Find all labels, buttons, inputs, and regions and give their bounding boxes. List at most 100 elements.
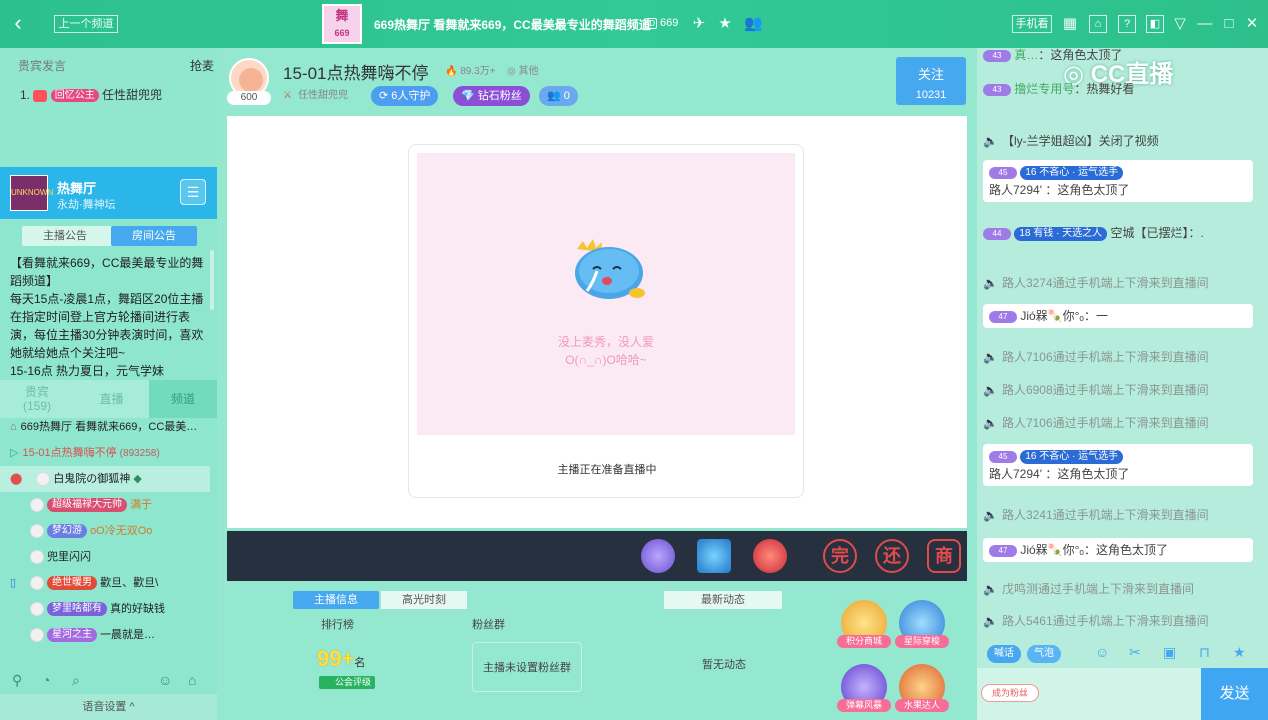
rank-value[interactable]: 99+名	[317, 646, 365, 672]
gift-firework-icon[interactable]	[753, 539, 787, 573]
plane-icon[interactable]: ✈	[690, 16, 708, 32]
chat-message[interactable]: 🔈 戊鸣测通过手机端上下滑来到直播间	[983, 580, 1253, 598]
location-icon[interactable]: ⚲	[12, 672, 22, 689]
fans-group-empty: 主播未设置粉丝群	[472, 642, 582, 692]
chat-message[interactable]: 43 真…：这角色太顶了	[983, 46, 1253, 64]
list-item[interactable]: 兜里闪闪	[0, 544, 210, 570]
medal-icon	[33, 89, 48, 102]
image-icon[interactable]: ▣	[1163, 644, 1176, 661]
star-travel-button[interactable]: 星际穿梭	[895, 600, 949, 648]
tab-channel[interactable]: 频道	[149, 380, 217, 418]
hall-header[interactable]: UNKNOWN 热舞厅 永劫·舞神坛 ☰	[0, 167, 217, 219]
scissors-icon[interactable]: ✂	[1129, 644, 1141, 661]
chat-message[interactable]: 🔈 【ly-兰学姐超凶】关闭了视频	[983, 132, 1253, 150]
star-icon[interactable]: ★	[716, 16, 734, 32]
chat-message[interactable]: 🔈 路人6908通过手机端上下滑来到直播间	[983, 381, 1253, 399]
help-button[interactable]: ?	[1118, 15, 1136, 33]
list-item[interactable]: 星河之主 一晨就是…	[0, 622, 210, 648]
chat-message[interactable]: 45 16 不吝心 · 运气选手 路人7294' ：这角色太顶了	[983, 444, 1253, 486]
room-row[interactable]: ▷ 15-01点热舞嗨不停 (893258)	[0, 440, 210, 466]
fans-count[interactable]: 👥 0	[539, 86, 578, 106]
chart-icon[interactable]: ◔	[42, 672, 50, 688]
chat-message[interactable]: 47 Jió槑🍡你°ₒ：一	[983, 304, 1253, 328]
chat-message[interactable]: 45 16 不吝心 · 运气选手 路人7294' ：这角色太顶了	[983, 160, 1253, 202]
home-icon[interactable]: ⌂	[188, 672, 196, 688]
grab-mic-button[interactable]: 抢麦	[190, 57, 214, 74]
fruit-master-button[interactable]: 水果达人	[895, 664, 949, 712]
phone-watch-button[interactable]: 手机看	[1012, 15, 1052, 33]
anchor-name-row: ⚔ 任性甜兜兜	[283, 86, 348, 101]
list-item[interactable]: 梦幻游 oO冷无双Oo	[0, 518, 210, 544]
video-area[interactable]: 没上麦秀，没人爱 O(∩_∩)O哈哈~ 主播正在准备直播中	[227, 116, 967, 528]
list-item[interactable]: 梦里啥都有 真的好缺钱	[0, 596, 210, 622]
close-icon[interactable]: ✕	[1243, 16, 1261, 32]
chat-message[interactable]: 🔈 路人7106通过手机端上下滑来到直播间	[983, 348, 1253, 366]
diamond-fans-button[interactable]: 💎 钻石粉丝	[453, 86, 530, 106]
chat-message[interactable]: 🔈 路人3274通过手机端上下滑来到直播间	[983, 274, 1253, 292]
room-title: 15-01点热舞嗨不停	[283, 64, 429, 83]
tag-icon: ◎	[507, 66, 516, 77]
tab-live[interactable]: 直播	[75, 380, 148, 418]
shop-icon[interactable]: 商	[927, 539, 961, 573]
gift-flower-icon[interactable]	[641, 539, 675, 573]
chat-message[interactable]: 44 18 有钱 · 天选之人 空城【已摆烂】：.	[983, 224, 1253, 242]
crying-mascot-icon	[575, 239, 645, 299]
channel-tabs: 贵宾 (159) 直播 频道	[0, 380, 217, 418]
mic-queue-row[interactable]: 1. 回忆公主 任性甜兜兜	[20, 86, 162, 103]
chat-message[interactable]: 43 撸烂专用号：热舞好看	[983, 80, 1253, 98]
bell-icon[interactable]: ⌂	[1089, 15, 1107, 33]
tab-highlights[interactable]: 高光时刻	[381, 591, 467, 609]
points-mall-button[interactable]: 积分商城	[837, 600, 891, 648]
notice-scrollbar[interactable]	[210, 250, 214, 310]
sword-icon: ⚔	[283, 90, 292, 101]
hall-subtitle: 永劫·舞神坛	[57, 199, 116, 211]
anchor-name: 任性甜兜兜	[297, 90, 348, 101]
chat-message[interactable]: 🔈 路人3241通过手机端上下滑来到直播间	[983, 506, 1253, 524]
emoji-icon[interactable]: ☺	[1095, 644, 1109, 660]
theme-icon[interactable]: ◧	[1146, 15, 1164, 33]
category-label[interactable]: ◎ 其他	[507, 62, 539, 77]
voice-settings-button[interactable]: 语音设置 ^	[0, 694, 217, 720]
minimize-icon[interactable]: —	[1196, 16, 1214, 32]
prev-channel-button[interactable]: 上一个频道	[54, 15, 118, 33]
star-icon[interactable]: ★	[1233, 644, 1246, 661]
complete-icon[interactable]: 完	[823, 539, 857, 573]
shout-button[interactable]: 喊话	[987, 645, 1021, 663]
guard-button[interactable]: ⟳ 6人守护	[371, 86, 439, 106]
list-item[interactable]: ⬤ 白鬼院の御狐神 ◆	[0, 466, 210, 492]
tab-anchor-notice[interactable]: 主播公告	[22, 226, 108, 246]
list-item[interactable]: 超级福禄大元帅 满于	[0, 492, 210, 518]
guild-rating: 公会评级	[319, 676, 376, 689]
tab-room-notice[interactable]: 房间公告	[111, 226, 197, 246]
grid-icon[interactable]: ▦	[1061, 16, 1079, 32]
maximize-icon[interactable]: □	[1220, 16, 1238, 32]
become-fan-button[interactable]: 成为粉丝	[981, 684, 1039, 702]
left-toolbar: ⚲ ◔ ⌕ ☺ ⌂	[0, 668, 217, 694]
tab-latest-news[interactable]: 最新动态	[664, 591, 782, 609]
chat-message[interactable]: 🔈 路人5461通过手机端上下滑来到直播间	[983, 612, 1253, 630]
location-icon: ⬤	[10, 473, 23, 485]
play-icon: ▷	[10, 447, 19, 459]
follow-button[interactable]: 关注 10231	[896, 57, 966, 105]
return-icon[interactable]: 还	[875, 539, 909, 573]
dropdown-icon[interactable]: ▽	[1171, 16, 1189, 32]
search-icon[interactable]: ⌕	[72, 672, 80, 689]
send-button[interactable]: 发送	[1201, 668, 1268, 720]
chat-input[interactable]: 成为粉丝	[977, 668, 1201, 720]
bubble-button[interactable]: 气泡	[1027, 645, 1061, 663]
lock-icon[interactable]: ⊓	[1199, 644, 1210, 661]
channel-root-row[interactable]: ⌂ 669热舞厅 看舞就来669，CC最美…	[0, 414, 210, 440]
back-arrow-icon[interactable]: ‹	[6, 12, 30, 36]
gift-card-icon[interactable]	[697, 539, 731, 573]
chat-message[interactable]: 47 Jió槑🍡你°ₒ：这角色太顶了	[983, 538, 1253, 562]
game-icon[interactable]: ☺	[158, 672, 172, 688]
tab-anchor-info[interactable]: 主播信息	[293, 591, 379, 609]
heat-count: 🔥 89.3万+	[445, 66, 496, 77]
danmaku-storm-button[interactable]: 弹幕风暴	[837, 664, 891, 712]
tab-vip[interactable]: 贵宾 (159)	[0, 380, 74, 418]
chat-message[interactable]: 🔈 路人7106通过手机端上下滑来到直播间	[983, 414, 1253, 432]
menu-icon[interactable]: ☰	[180, 179, 206, 205]
users-icon[interactable]: 👥	[744, 16, 763, 32]
list-item[interactable]: ▯ 绝世暖男 歡旦、歡旦\	[0, 570, 210, 596]
hall-image: UNKNOWN	[10, 175, 53, 211]
